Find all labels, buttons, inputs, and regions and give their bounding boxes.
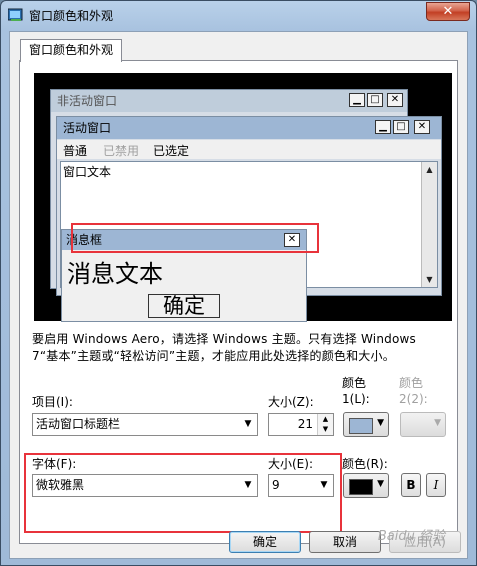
menu-item-disabled[interactable]: 已禁用: [103, 142, 139, 159]
window-text: 窗口文本: [63, 165, 112, 179]
item-select-value: 活动窗口标题栏: [36, 417, 121, 431]
chevron-down-icon: ▼: [377, 418, 384, 428]
font-label: 字体(F):: [32, 457, 77, 471]
inactive-minimize-icon: ▁: [349, 93, 365, 107]
font-color-button[interactable]: ▼: [343, 473, 389, 498]
italic-button[interactable]: I: [426, 473, 446, 497]
color2-button[interactable]: ▼: [400, 412, 446, 437]
highlight-message-box-title: [71, 223, 319, 253]
item-label: 项目(I):: [32, 395, 73, 409]
font-color-swatch: [349, 479, 373, 495]
chevron-down-icon: ▼: [244, 480, 252, 490]
inactive-maximize-icon: □: [367, 93, 383, 107]
item-size-label: 大小(Z):: [268, 395, 314, 409]
font-size-value: 9: [272, 478, 280, 492]
message-box-ok-button: 确定: [148, 294, 220, 318]
color1-label-line2: 1(L):: [342, 392, 370, 406]
color2-label-line2: 2(2):: [399, 392, 428, 406]
cancel-button[interactable]: 取消: [309, 531, 381, 553]
chevron-down-icon: ▼: [377, 479, 384, 489]
menu-item-selected[interactable]: 已选定: [153, 142, 189, 159]
active-close-icon: ✕: [414, 120, 430, 134]
color2-label-line1: 颜色: [399, 376, 424, 390]
chevron-down-icon: ▼: [244, 419, 252, 429]
active-maximize-icon: □: [393, 120, 409, 134]
scroll-up-icon[interactable]: ▲: [422, 162, 437, 177]
tab-panel: 非活动窗口 ▁ □ ✕ 活动窗口 ▁ □ ✕ 普通 已禁用 已选定 窗口文本 ▲…: [19, 60, 458, 544]
preview-menu-bar: 普通 已禁用 已选定: [57, 140, 441, 159]
font-select-value: 微软雅黑: [36, 478, 85, 492]
preview-scrollbar[interactable]: ▲ ▼: [421, 162, 437, 287]
scroll-down-icon[interactable]: ▼: [422, 272, 437, 287]
menu-item-normal[interactable]: 普通: [63, 142, 87, 159]
chevron-down-icon: ▼: [434, 418, 441, 428]
color1-swatch: [349, 418, 373, 434]
size-stepper-buttons[interactable]: ▲ ▼: [317, 414, 333, 435]
active-minimize-icon: ▁: [375, 120, 391, 134]
close-window-button[interactable]: ✕: [426, 2, 470, 21]
dialog-client: 窗口颜色和外观 非活动窗口 ▁ □ ✕ 活动窗口 ▁ □ ✕ 普通 已禁用 已选…: [9, 31, 468, 559]
tab-window-color-appearance[interactable]: 窗口颜色和外观: [20, 39, 123, 62]
title-bar[interactable]: 窗口颜色和外观 ✕: [1, 1, 476, 29]
color1-button[interactable]: ▼: [343, 412, 389, 437]
color1-label-line1: 颜色: [342, 376, 367, 390]
inactive-close-icon: ✕: [387, 93, 403, 107]
watermark-logo: Baidu 经验: [377, 529, 445, 544]
font-color-label: 颜色(R):: [342, 457, 388, 471]
item-select[interactable]: 活动窗口标题栏 ▼: [32, 413, 258, 436]
preview-area[interactable]: 非活动窗口 ▁ □ ✕ 活动窗口 ▁ □ ✕ 普通 已禁用 已选定 窗口文本 ▲…: [34, 73, 452, 322]
aero-description: 要启用 Windows Aero，请选择 Windows 主题。只有选择 Win…: [32, 332, 416, 363]
stepper-up-icon[interactable]: ▲: [318, 414, 333, 424]
ok-button[interactable]: 确定: [229, 531, 301, 553]
item-size-value: 21: [297, 417, 313, 431]
item-size-stepper[interactable]: 21 ▲ ▼: [268, 413, 334, 436]
message-text: 消息文本: [67, 260, 163, 288]
font-select[interactable]: 微软雅黑 ▼: [32, 474, 258, 497]
font-size-select[interactable]: 9 ▼: [268, 474, 334, 497]
stepper-down-icon[interactable]: ▼: [318, 424, 333, 434]
font-size-label: 大小(E):: [268, 457, 313, 471]
chevron-down-icon: ▼: [320, 480, 328, 490]
dialog-window: 窗口颜色和外观 ✕ 窗口颜色和外观 非活动窗口 ▁ □ ✕ 活动窗口 ▁ □ ✕: [0, 0, 477, 566]
window-title: 窗口颜色和外观: [29, 9, 114, 23]
bold-button[interactable]: B: [401, 473, 421, 497]
appearance-app-icon: [8, 8, 23, 21]
